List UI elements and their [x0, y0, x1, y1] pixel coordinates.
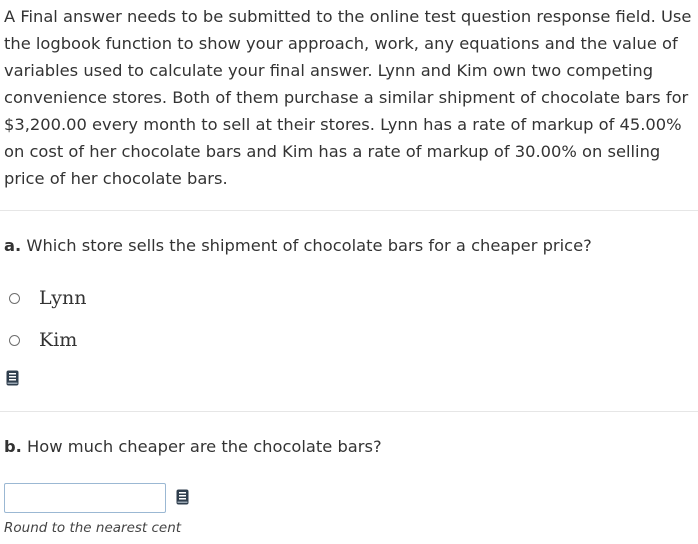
rounding-hint: Round to the nearest cent: [4, 520, 182, 536]
option-label: Kim: [39, 329, 78, 351]
part-b-question-text: How much cheaper are the chocolate bars?: [27, 437, 382, 456]
part-a-question-text: Which store sells the shipment of chocol…: [26, 236, 592, 255]
part-a-marker: a.: [4, 236, 22, 255]
radio-button[interactable]: [9, 292, 20, 304]
logbook-icon[interactable]: [6, 370, 19, 386]
logbook-icon: [6, 370, 19, 386]
logbook-icon: [176, 489, 189, 505]
radio-button[interactable]: [9, 334, 20, 346]
part-b-question: b. How much cheaper are the chocolate ba…: [4, 435, 382, 459]
option-label: Lynn: [39, 287, 87, 309]
part-a-question: a. Which store sells the shipment of cho…: [4, 234, 592, 258]
option-lynn[interactable]: Lynn: [9, 287, 87, 309]
logbook-icon[interactable]: [176, 489, 189, 505]
question-intro: A Final answer needs to be submitted to …: [4, 7, 692, 188]
option-kim[interactable]: Kim: [9, 329, 77, 351]
answer-input[interactable]: [4, 483, 166, 513]
section-divider: [0, 411, 698, 412]
section-divider: [0, 210, 698, 211]
part-b-marker: b.: [4, 437, 22, 456]
